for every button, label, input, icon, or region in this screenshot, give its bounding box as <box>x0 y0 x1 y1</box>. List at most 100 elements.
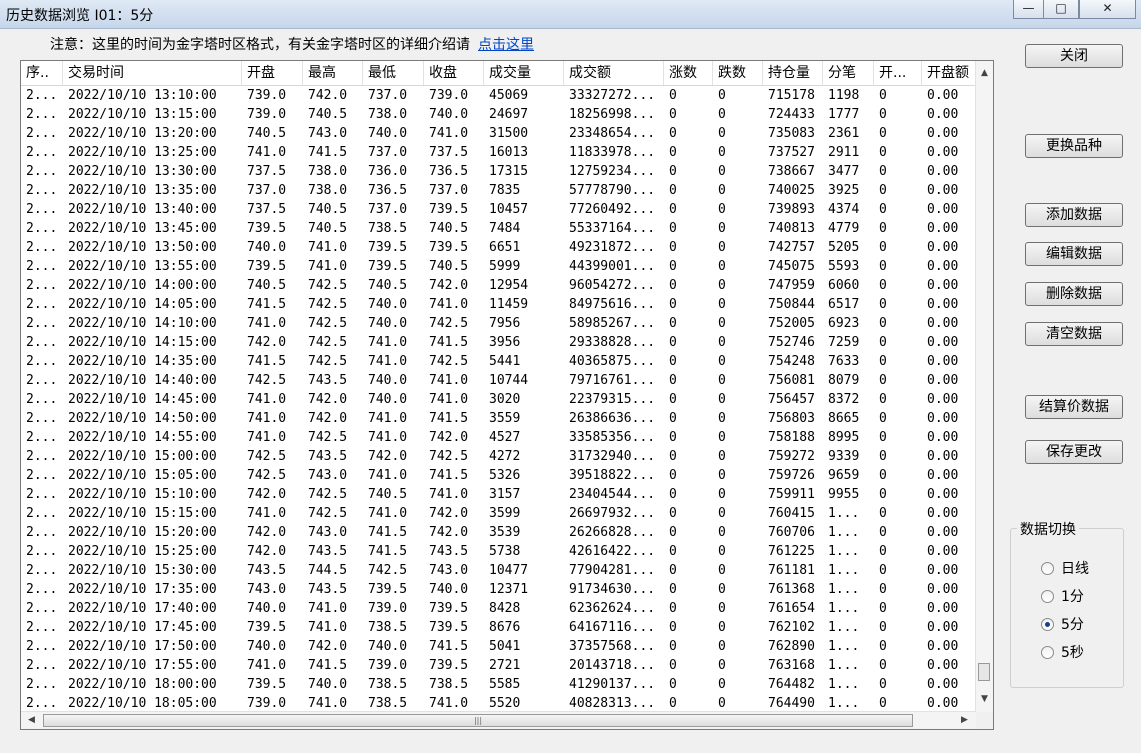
cell-low: 738.0 <box>368 107 408 122</box>
header-col-amount[interactable]: 成交额 <box>564 61 664 85</box>
table-row[interactable]: 2... 2022/10/10 13:50:00 740.0 741.0 739.5 73… <box>21 238 977 257</box>
add-data-button[interactable]: 添加数据 <box>1025 203 1123 227</box>
vertical-scrollbar[interactable]: ▲ ▼ <box>975 61 993 712</box>
header-col-trade-time[interactable]: 交易时间 <box>63 61 242 85</box>
minimize-button[interactable]: — <box>1013 0 1044 19</box>
header-col-open-amount[interactable]: 开盘额 <box>922 61 977 85</box>
scroll-down-icon[interactable]: ▼ <box>976 691 993 708</box>
delete-data-button[interactable]: 删除数据 <box>1025 282 1123 306</box>
cell-trade-time: 2022/10/10 13:10:00 <box>68 88 217 103</box>
cell-ticks: 1... <box>828 582 860 597</box>
cell-close: 739.5 <box>429 240 469 255</box>
table-row[interactable]: 2... 2022/10/10 17:45:00 739.5 741.0 738.5 73… <box>21 618 977 637</box>
close-window-button[interactable]: ✕ <box>1079 0 1136 19</box>
cell-down-count: 0 <box>718 373 726 388</box>
cell-open: 741.0 <box>247 392 287 407</box>
table-row[interactable]: 2... 2022/10/10 13:15:00 739.0 740.5 738.0 74… <box>21 105 977 124</box>
cell-open: 739.0 <box>247 88 287 103</box>
header-col-low[interactable]: 最低 <box>363 61 424 85</box>
header-col-ticks[interactable]: 分笔 <box>823 61 874 85</box>
maximize-button[interactable]: □ <box>1043 0 1079 19</box>
cell-amount: 26697932... <box>569 506 656 521</box>
header-col-open-interest[interactable]: 持仓量 <box>763 61 823 85</box>
cell-down-count: 0 <box>718 487 726 502</box>
change-variety-button[interactable]: 更换品种 <box>1025 134 1123 158</box>
cell-trade-time: 2022/10/10 14:35:00 <box>68 354 217 369</box>
table-row[interactable]: 2... 2022/10/10 15:15:00 741.0 742.5 741.0 74… <box>21 504 977 523</box>
cell-up-count: 0 <box>669 601 677 616</box>
cell-down-count: 0 <box>718 107 726 122</box>
cell-open-interest: 762102 <box>768 620 815 635</box>
history-data-grid[interactable]: 序.. 交易时间 开盘 最高 最低 收盘 成交量 成交额 涨数 跌数 持仓量 分笔 开... 开盘额 2.… <box>20 60 994 730</box>
table-row[interactable]: 2... 2022/10/10 15:00:00 742.5 743.5 742.0 74… <box>21 447 977 466</box>
table-row[interactable]: 2... 2022/10/10 14:05:00 741.5 742.5 740.0 74… <box>21 295 977 314</box>
table-row[interactable]: 2... 2022/10/10 13:30:00 737.5 738.0 736.0 73… <box>21 162 977 181</box>
save-changes-button[interactable]: 保存更改 <box>1025 440 1123 464</box>
header-col-up-count[interactable]: 涨数 <box>664 61 713 85</box>
cell-low: 741.5 <box>368 544 408 559</box>
table-row[interactable]: 2... 2022/10/10 13:25:00 741.0 741.5 737.0 73… <box>21 143 977 162</box>
header-col-down-count[interactable]: 跌数 <box>713 61 763 85</box>
settlement-data-button[interactable]: 结算价数据 <box>1025 395 1123 419</box>
table-row[interactable]: 2... 2022/10/10 13:35:00 737.0 738.0 736.5 73… <box>21 181 977 200</box>
table-row[interactable]: 2... 2022/10/10 18:00:00 739.5 740.0 738.5 73… <box>21 675 977 694</box>
cell-volume: 5999 <box>489 259 521 274</box>
clear-data-button[interactable]: 清空数据 <box>1025 322 1123 346</box>
table-row[interactable]: 2... 2022/10/10 13:55:00 739.5 741.0 739.5 74… <box>21 257 977 276</box>
table-row[interactable]: 2... 2022/10/10 14:35:00 741.5 742.5 741.0 74… <box>21 352 977 371</box>
cell-open-interest: 759911 <box>768 487 815 502</box>
cell-high: 743.0 <box>308 525 348 540</box>
header-col-seq[interactable]: 序.. <box>21 61 63 85</box>
close-button[interactable]: 关闭 <box>1025 44 1123 68</box>
cell-ticks: 8665 <box>828 411 860 426</box>
cell-trade-time: 2022/10/10 15:00:00 <box>68 449 217 464</box>
cell-close: 742.0 <box>429 278 469 293</box>
cell-open-interest: 760415 <box>768 506 815 521</box>
table-row[interactable]: 2... 2022/10/10 17:40:00 740.0 741.0 739.0 73… <box>21 599 977 618</box>
table-row[interactable]: 2... 2022/10/10 17:50:00 740.0 742.0 740.0 74… <box>21 637 977 656</box>
table-row[interactable]: 2... 2022/10/10 13:10:00 739.0 742.0 737.0 73… <box>21 86 977 105</box>
cell-high: 740.5 <box>308 107 348 122</box>
cell-open-interest: 760706 <box>768 525 815 540</box>
header-col-close[interactable]: 收盘 <box>424 61 484 85</box>
scroll-left-icon[interactable]: ◀ <box>23 712 40 729</box>
header-col-open[interactable]: 开盘 <box>242 61 303 85</box>
table-row[interactable]: 2... 2022/10/10 15:05:00 742.5 743.0 741.0 74… <box>21 466 977 485</box>
header-col-high[interactable]: 最高 <box>303 61 363 85</box>
cell-open-amount: 0.00 <box>927 297 959 312</box>
notice-link[interactable]: 点击这里 <box>478 37 534 53</box>
table-row[interactable]: 2... 2022/10/10 17:55:00 741.0 741.5 739.0 73… <box>21 656 977 675</box>
scroll-up-icon[interactable]: ▲ <box>976 65 993 82</box>
horizontal-scrollbar[interactable]: ◀ ||| ▶ <box>21 711 976 729</box>
table-row[interactable]: 2... 2022/10/10 14:40:00 742.5 743.5 740.0 74… <box>21 371 977 390</box>
cell-ticks: 4374 <box>828 202 860 217</box>
table-row[interactable]: 2... 2022/10/10 15:30:00 743.5 744.5 742.5 74… <box>21 561 977 580</box>
table-row[interactable]: 2... 2022/10/10 15:25:00 742.0 743.5 741.5 74… <box>21 542 977 561</box>
header-col-open-x[interactable]: 开... <box>874 61 922 85</box>
horizontal-scroll-thumb[interactable]: ||| <box>43 714 913 727</box>
vertical-scroll-thumb[interactable] <box>978 663 990 681</box>
table-row[interactable]: 2... 2022/10/10 14:10:00 741.0 742.5 740.0 74… <box>21 314 977 333</box>
scroll-right-icon[interactable]: ▶ <box>956 712 973 729</box>
table-row[interactable]: 2... 2022/10/10 14:50:00 741.0 742.0 741.0 74… <box>21 409 977 428</box>
table-row[interactable]: 2... 2022/10/10 13:45:00 739.5 740.5 738.5 74… <box>21 219 977 238</box>
cell-amount: 64167116... <box>569 620 656 635</box>
cell-open-amount: 0.00 <box>927 411 959 426</box>
table-row[interactable]: 2... 2022/10/10 15:20:00 742.0 743.0 741.5 74… <box>21 523 977 542</box>
table-row[interactable]: 2... 2022/10/10 15:10:00 742.0 742.5 740.5 74… <box>21 485 977 504</box>
table-row[interactable]: 2... 2022/10/10 13:20:00 740.5 743.0 740.0 74… <box>21 124 977 143</box>
table-row[interactable]: 2... 2022/10/10 14:00:00 740.5 742.5 740.5 74… <box>21 276 977 295</box>
notice-text: 注意：这里的时间为金字塔时区格式，有关金字塔时区的详细介绍请 <box>50 37 470 53</box>
cell-open-amount: 0.00 <box>927 107 959 122</box>
table-row[interactable]: 2... 2022/10/10 14:15:00 742.0 742.5 741.0 74… <box>21 333 977 352</box>
cell-down-count: 0 <box>718 297 726 312</box>
table-row[interactable]: 2... 2022/10/10 14:45:00 741.0 742.0 740.0 74… <box>21 390 977 409</box>
timezone-notice: 注意：这里的时间为金字塔时区格式，有关金字塔时区的详细介绍请 点击这里 <box>50 34 534 54</box>
table-row[interactable]: 2... 2022/10/10 14:55:00 741.0 742.5 741.0 74… <box>21 428 977 447</box>
header-col-volume[interactable]: 成交量 <box>484 61 564 85</box>
cell-high: 742.0 <box>308 411 348 426</box>
edit-data-button[interactable]: 编辑数据 <box>1025 242 1123 266</box>
table-row[interactable]: 2... 2022/10/10 13:40:00 737.5 740.5 737.0 73… <box>21 200 977 219</box>
table-row[interactable]: 2... 2022/10/10 17:35:00 743.0 743.5 739.5 74… <box>21 580 977 599</box>
cell-ticks: 1... <box>828 563 860 578</box>
